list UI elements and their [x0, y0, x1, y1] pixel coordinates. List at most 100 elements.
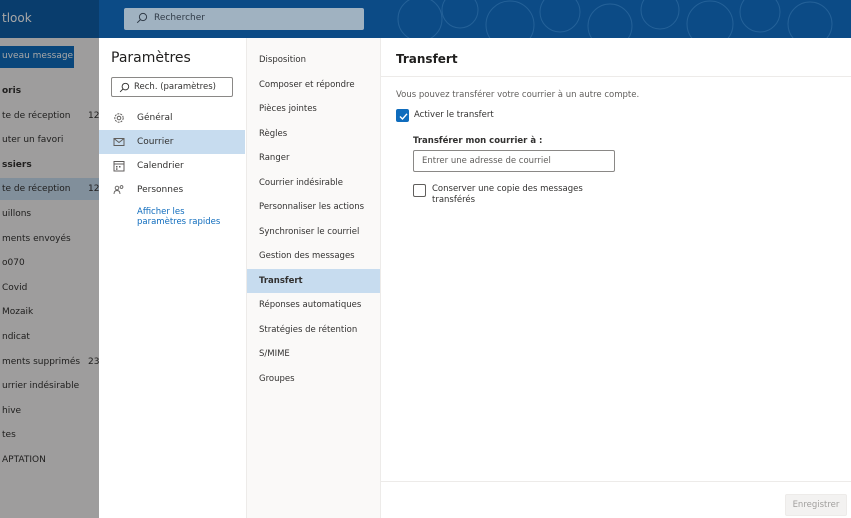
- mail-icon: [113, 138, 125, 146]
- folder-item[interactable]: te de réception 122: [0, 105, 99, 127]
- divider: [381, 481, 851, 482]
- pane-description: Vous pouvez transférer votre courrier à …: [396, 90, 640, 100]
- divider: [381, 76, 851, 77]
- subcategory-label: Personnaliser les actions: [259, 202, 365, 212]
- folder-label: te de réception: [2, 110, 71, 121]
- quick-settings-link[interactable]: Afficher les paramètres rapides: [137, 207, 220, 227]
- category-label: Général: [137, 113, 173, 123]
- folder-label: ments envoyés: [2, 233, 71, 244]
- subcategory-item[interactable]: Personnaliser les actions: [247, 195, 380, 219]
- subcategory-item[interactable]: Synchroniser le courriel: [247, 220, 380, 244]
- quick-settings-link-line2: paramètres rapides: [137, 217, 221, 227]
- category-people[interactable]: Personnes: [99, 178, 245, 202]
- search-icon: [119, 82, 130, 93]
- search-icon: [136, 12, 148, 24]
- global-search-input[interactable]: Rechercher: [124, 8, 364, 30]
- subcategory-label: Gestion des messages: [259, 251, 355, 261]
- enable-forwarding-checkbox[interactable]: [396, 109, 409, 122]
- subcategory-label: Courrier indésirable: [259, 177, 344, 188]
- keep-copy-checkbox[interactable]: [413, 184, 426, 197]
- top-bar: tlook Rechercher: [0, 0, 851, 38]
- folder-label: ments supprimés: [2, 356, 81, 367]
- unread-count: 23: [88, 356, 99, 367]
- folder-label: urrier indésirable: [2, 381, 80, 392]
- folder-item[interactable]: ments envoyés: [0, 228, 99, 250]
- folder-label: o070: [2, 258, 25, 269]
- subcategory-label: Transfert: [259, 275, 303, 286]
- subcategory-label: Groupes: [259, 373, 295, 384]
- folder-pane: uveau message oris te de réception 122 uter…: [0, 38, 99, 518]
- header-pattern-icon: [397, 0, 833, 38]
- folder-item[interactable]: uter un favori: [0, 129, 99, 151]
- subcategory-item[interactable]: S/MIME: [247, 342, 380, 366]
- settings-search-placeholder: Rech. (paramètres): [134, 82, 216, 92]
- subcategory-label: S/MIME: [259, 349, 290, 359]
- subcategory-label: Pièces jointes: [259, 104, 317, 114]
- subcategory-item[interactable]: Gestion des messages: [247, 244, 380, 268]
- keep-copy-label[interactable]: Conserver une copie des messages transfé…: [432, 184, 583, 206]
- settings-title: Paramètres: [111, 50, 191, 66]
- folder-item[interactable]: ments supprimés 23: [0, 351, 99, 373]
- category-mail[interactable]: Courrier: [99, 130, 245, 154]
- folder-item[interactable]: oris: [0, 80, 99, 102]
- folder-item[interactable]: Covid: [0, 277, 99, 299]
- subcategory-item[interactable]: Groupes: [247, 367, 380, 391]
- subcategory-label: Disposition: [259, 55, 307, 65]
- folder-label: tes: [2, 430, 16, 441]
- subcategory-label: Règles: [259, 128, 288, 139]
- save-button[interactable]: Enregistrer: [785, 494, 847, 516]
- category-calendar[interactable]: Calendrier: [99, 154, 245, 178]
- pane-title: Transfert: [396, 52, 458, 66]
- forward-email-input[interactable]: [413, 150, 615, 172]
- folder-label: Mozaik: [2, 307, 34, 318]
- folder-label: ssiers: [2, 159, 32, 170]
- folder-item[interactable]: APTATION: [0, 449, 99, 471]
- folder-item[interactable]: Mozaik: [0, 301, 99, 323]
- subcategory-label: Synchroniser le courriel: [259, 226, 360, 237]
- subcategory-item[interactable]: Courrier indésirable: [247, 171, 380, 195]
- folder-label: Covid: [2, 282, 28, 293]
- folder-label: APTATION: [2, 455, 46, 465]
- category-label: Personnes: [137, 185, 184, 195]
- folder-item[interactable]: te de réception 122: [0, 178, 99, 201]
- forwarding-pane: Transfert Vous pouvez transférer votre c…: [381, 38, 851, 518]
- subcategory-item[interactable]: Composer et répondre: [247, 73, 380, 97]
- subcategory-item[interactable]: Transfert: [247, 268, 380, 293]
- gear-icon: [114, 113, 124, 123]
- folder-item[interactable]: uillons: [0, 203, 99, 225]
- folder-item[interactable]: ndicat: [0, 326, 99, 348]
- checkmark-icon: [399, 113, 408, 121]
- unread-count: 122: [88, 110, 99, 121]
- folder-item[interactable]: tes: [0, 424, 99, 446]
- folder-item[interactable]: ssiers: [0, 154, 99, 176]
- subcategory-item[interactable]: Disposition: [247, 48, 380, 72]
- folder-item[interactable]: o070: [0, 252, 99, 274]
- subcategory-label: Stratégies de rétention: [259, 324, 358, 335]
- category-label: Calendrier: [137, 161, 184, 171]
- forward-to-label: Transférer mon courrier à :: [413, 136, 543, 146]
- subcategory-item[interactable]: Pièces jointes: [247, 97, 380, 121]
- folder-label: uter un favori: [2, 135, 64, 146]
- folder-label: uillons: [2, 209, 32, 219]
- settings-subcategories-pane: Disposition Composer et répondre Pièces jo…: [247, 38, 381, 518]
- subcategory-item[interactable]: Ranger: [247, 146, 380, 170]
- keep-copy-label-line1: Conserver une copie des messages: [432, 184, 583, 194]
- unread-count: 122: [88, 184, 99, 195]
- subcategory-label: Réponses automatiques: [259, 300, 362, 310]
- subcategory-item[interactable]: Réponses automatiques: [247, 293, 380, 317]
- global-search-placeholder: Rechercher: [154, 13, 205, 23]
- subcategory-label: Ranger: [259, 153, 290, 163]
- subcategory-item[interactable]: Stratégies de rétention: [247, 318, 380, 342]
- new-message-button[interactable]: uveau message: [0, 46, 74, 68]
- category-general[interactable]: Général: [99, 106, 245, 130]
- keep-copy-label-line2: transférés: [432, 195, 476, 205]
- folder-item[interactable]: urrier indésirable: [0, 375, 99, 397]
- settings-dialog: Paramètres Rech. (paramètres) Général Co…: [99, 38, 851, 518]
- subcategory-label: Composer et répondre: [259, 79, 355, 90]
- settings-search-input[interactable]: Rech. (paramètres): [111, 77, 233, 97]
- enable-forwarding-label[interactable]: Activer le transfert: [414, 110, 494, 121]
- app-name: tlook: [2, 11, 32, 25]
- settings-categories-pane: Paramètres Rech. (paramètres) Général Co…: [99, 38, 247, 518]
- subcategory-item[interactable]: Règles: [247, 122, 380, 146]
- folder-item[interactable]: hive: [0, 400, 99, 422]
